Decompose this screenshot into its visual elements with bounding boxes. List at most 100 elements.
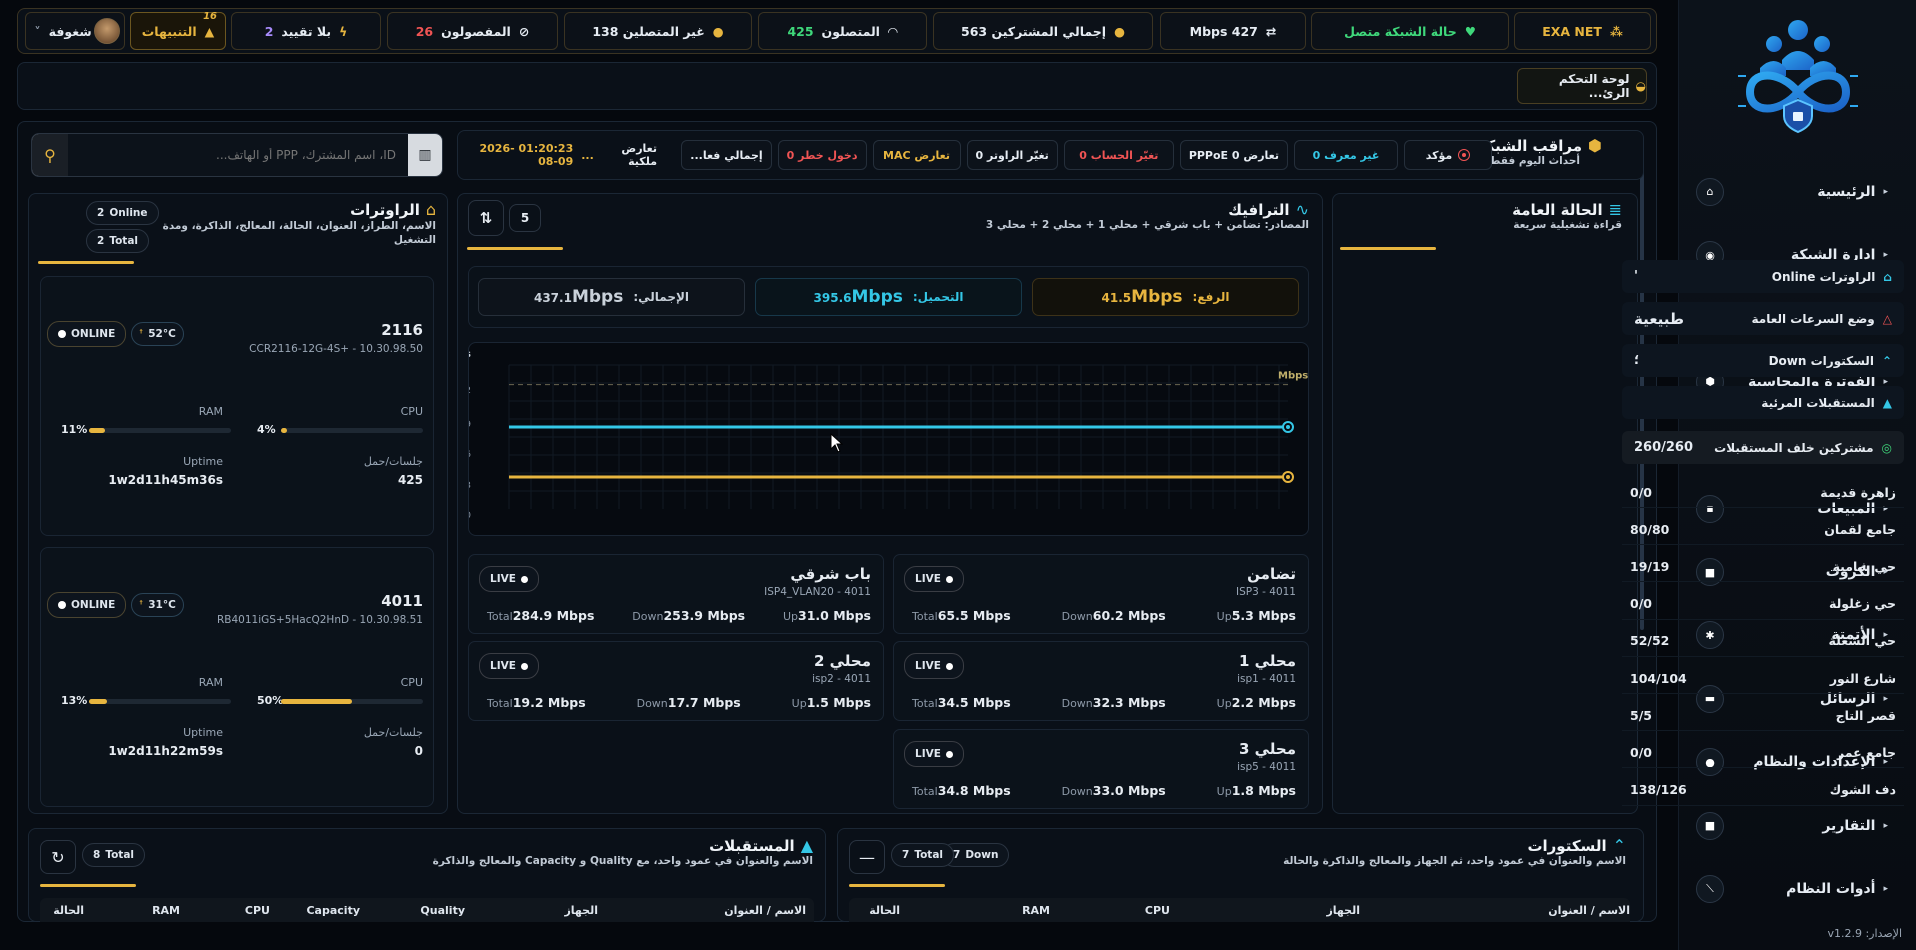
live-badge: LIVE [479,653,539,679]
sidebar-item-11[interactable]: ▸ أدوات النظام ⟋ [1678,857,1916,920]
site-row[interactable]: زاهرة قديمة 0/0 [1622,477,1904,508]
monitor-chip[interactable]: تغيّر الحساب 0 [1063,140,1174,170]
isp-card[interactable]: تضامن ISP3 - 4011 LIVE Up5.3 Mbps Down60.2 M… [893,554,1309,634]
unlimited-chip[interactable]: ϟ بلا تقييد 2 [231,12,381,50]
monitor-chip-label: تعارض MAC [883,148,950,162]
router-status-text: ONLINE [71,599,116,611]
receivers-column-header[interactable]: Quality [420,904,465,917]
brand-chip[interactable]: ⁂ EXA NET [1514,12,1651,50]
sectors-column-header[interactable]: الجهاز [1326,904,1360,917]
live-badge: LIVE [904,566,964,592]
site-row[interactable]: حي الشعلة 52/52 [1622,626,1904,657]
site-row[interactable]: دف الشوك 138/126 [1622,775,1904,806]
source-count-badge[interactable]: 5 [509,204,541,232]
tab-dashboard[interactable]: ◒ لوحة التحكم الرئ... [1517,68,1647,104]
disabled-chip[interactable]: ⊘ المفصولون 26 [387,12,558,50]
site-row[interactable]: جامع عمر 0/0 [1622,737,1904,769]
alerts-button[interactable]: ▲ التنبيهات 16 [130,11,226,50]
isp-stat-key: Total [912,610,938,623]
site-row[interactable]: جامع لقمان 80/80 [1622,514,1904,546]
isp-card[interactable]: محلي 1 isp1 - 4011 LIVE Up2.2 Mbps Down32.3 … [893,641,1309,721]
sectors-column-header[interactable]: الاسم / العنوان [1548,904,1630,917]
general-row[interactable]: ⌂ الراوترات Online ' [1622,260,1904,293]
sectors-collapse-button[interactable]: — [849,840,885,874]
isp-card[interactable]: محلي 3 isp5 - 4011 LIVE Up1.8 Mbps Down33.0 … [893,729,1309,809]
site-row[interactable]: حي شامية 19/19 [1622,551,1904,583]
sort-toggle-button[interactable]: ⇅ [468,200,504,236]
user-menu[interactable]: شغوفة ˅ [25,12,125,50]
monitor-chip[interactable]: مؤكد [1404,140,1492,170]
chart-point-core [1286,475,1290,479]
receivers-refresh-button[interactable]: ↻ [40,840,76,874]
receivers-column-header[interactable]: RAM [152,904,180,917]
site-name: شارع النور [1829,670,1896,686]
general-heading: ≣ الحالة العامة قراءة تشغيلية سريعة [1512,200,1622,231]
sectors-column-header[interactable]: الحالة [869,904,900,917]
exchange-icon: ⇄ [1265,23,1277,39]
general-row[interactable]: ▲ المستقبلات المرئية [1622,386,1904,419]
routers-online-count: 2 [97,207,105,219]
monitor-chip[interactable]: دخول خطر 0 [777,140,867,170]
receivers-column-header[interactable]: الحالة [53,904,84,917]
isp-card[interactable]: باب شرقي ISP4_VLAN20 - 4011 LIVE Up31.0 Mbp… [468,554,884,634]
isp-stat-value: 17.7 Mbps [667,695,741,710]
site-row[interactable]: شارع النور 104/104 [1622,663,1904,694]
network-status-chip[interactable]: ♥ حالة الشبكة متصل [1311,12,1509,50]
site-value: 80/80 [1630,521,1670,537]
connected-chip[interactable]: ◠ المتصلون 425 [758,12,927,50]
ban-icon: ⊘ [518,23,530,39]
general-row[interactable]: △ وضع السرعات العامة طبيعية [1622,302,1904,335]
sidebar-item-0[interactable]: ▸ الرئيسية ⌂ [1678,160,1916,223]
site-row[interactable]: قصر التاج 5/5 [1622,700,1904,732]
sectors-column-header[interactable]: CPU [1145,904,1170,917]
monitor-chip[interactable]: إجمالي فعا... [681,140,772,170]
isp-stat-down: Down33.0 Mbps [1056,783,1166,798]
router-card[interactable]: 2116 CCR2116-12G-4S+ - 10.30.98.50 ONLINE 5… [40,276,434,536]
site-value: 0/0 [1630,744,1652,760]
search-input[interactable] [68,134,408,176]
isp-card[interactable]: محلي 2 isp2 - 4011 LIVE Up1.5 Mbps Down17.7 … [468,641,884,721]
site-value: 52/52 [1630,633,1670,649]
sectors-column-header[interactable]: RAM [1022,904,1050,917]
isp-stat-key: Total [487,610,513,623]
router-name: 4011 [381,592,423,610]
receivers-column-header[interactable]: الجهاز [564,904,598,917]
router-icon: ⌂ [1883,269,1892,284]
search-button[interactable]: ⚲ [32,134,68,176]
upload-unit: Mbps [1131,287,1183,307]
monitor-chip[interactable]: تعارض PPPoE 0 [1179,140,1288,170]
version-label: الإصدار: v1.2.9 [1827,927,1902,940]
receivers-column-header[interactable]: الاسم / العنوان [724,904,806,917]
monitor-chip[interactable]: تعارض MAC [872,140,961,170]
monitor-chip[interactable]: غير معرف 0 [1294,140,1398,170]
isp-stats: Up5.3 Mbps Down60.2 Mbps Total65.5 Mbps [906,608,1296,623]
speed-chip[interactable]: ⇄ 427 Mbps [1160,12,1306,50]
site-row[interactable]: حي زغلولة 0/0 [1622,589,1904,620]
general-row[interactable]: ◎ مشتركين خلف المستقبلات 260/260 [1622,431,1904,464]
ownership-conflict-item[interactable]: تعارض ملكية ... 01:20:23 2026-08-09 [463,140,663,170]
chevron-down-icon: ˅ [34,23,41,39]
barcode-icon[interactable]: ▥ [408,134,442,176]
receivers-column-header[interactable]: CPU [245,904,270,917]
isp-stat-key: Down [1061,610,1093,623]
isp-stat-down: Down60.2 Mbps [1056,608,1166,623]
router-card[interactable]: 4011 RB4011iGS+5HacQ2HnD - 10.30.98.51 ONL… [40,547,434,807]
live-label: LIVE [490,660,516,672]
user-off-icon: ● [712,23,724,39]
isp-stat-up: Up5.3 Mbps [1211,608,1296,623]
isp-subtitle: isp2 - 4011 [812,673,871,685]
isp-stat-value: 2.2 Mbps [1231,695,1296,710]
unlimited-label: بلا تقييد [281,23,332,39]
routers-online-label: Online [109,207,148,219]
general-row-label: الراوترات Online [1771,269,1876,284]
user-name: شغوفة [48,23,92,39]
monitor-chip[interactable]: تغيّر الراوتر 0 [966,140,1058,170]
total-subscribers-chip[interactable]: ● إجمالي المشتركين 563 [933,12,1153,50]
ram-value: 13% [61,694,88,707]
receivers-column-header[interactable]: Capacity [306,904,360,917]
cpu-bar [281,428,423,433]
router-model: CCR2116-12G-4S+ - 10.30.98.50 [249,343,423,355]
traffic-chart: Mbps 2 9 6 3 0 السعة Mbps 700 [468,342,1309,536]
disconnected-chip[interactable]: ● غير المتصلين 138 [564,12,752,50]
general-row[interactable]: ⌃ السكتورات Down ؛ [1622,344,1904,377]
